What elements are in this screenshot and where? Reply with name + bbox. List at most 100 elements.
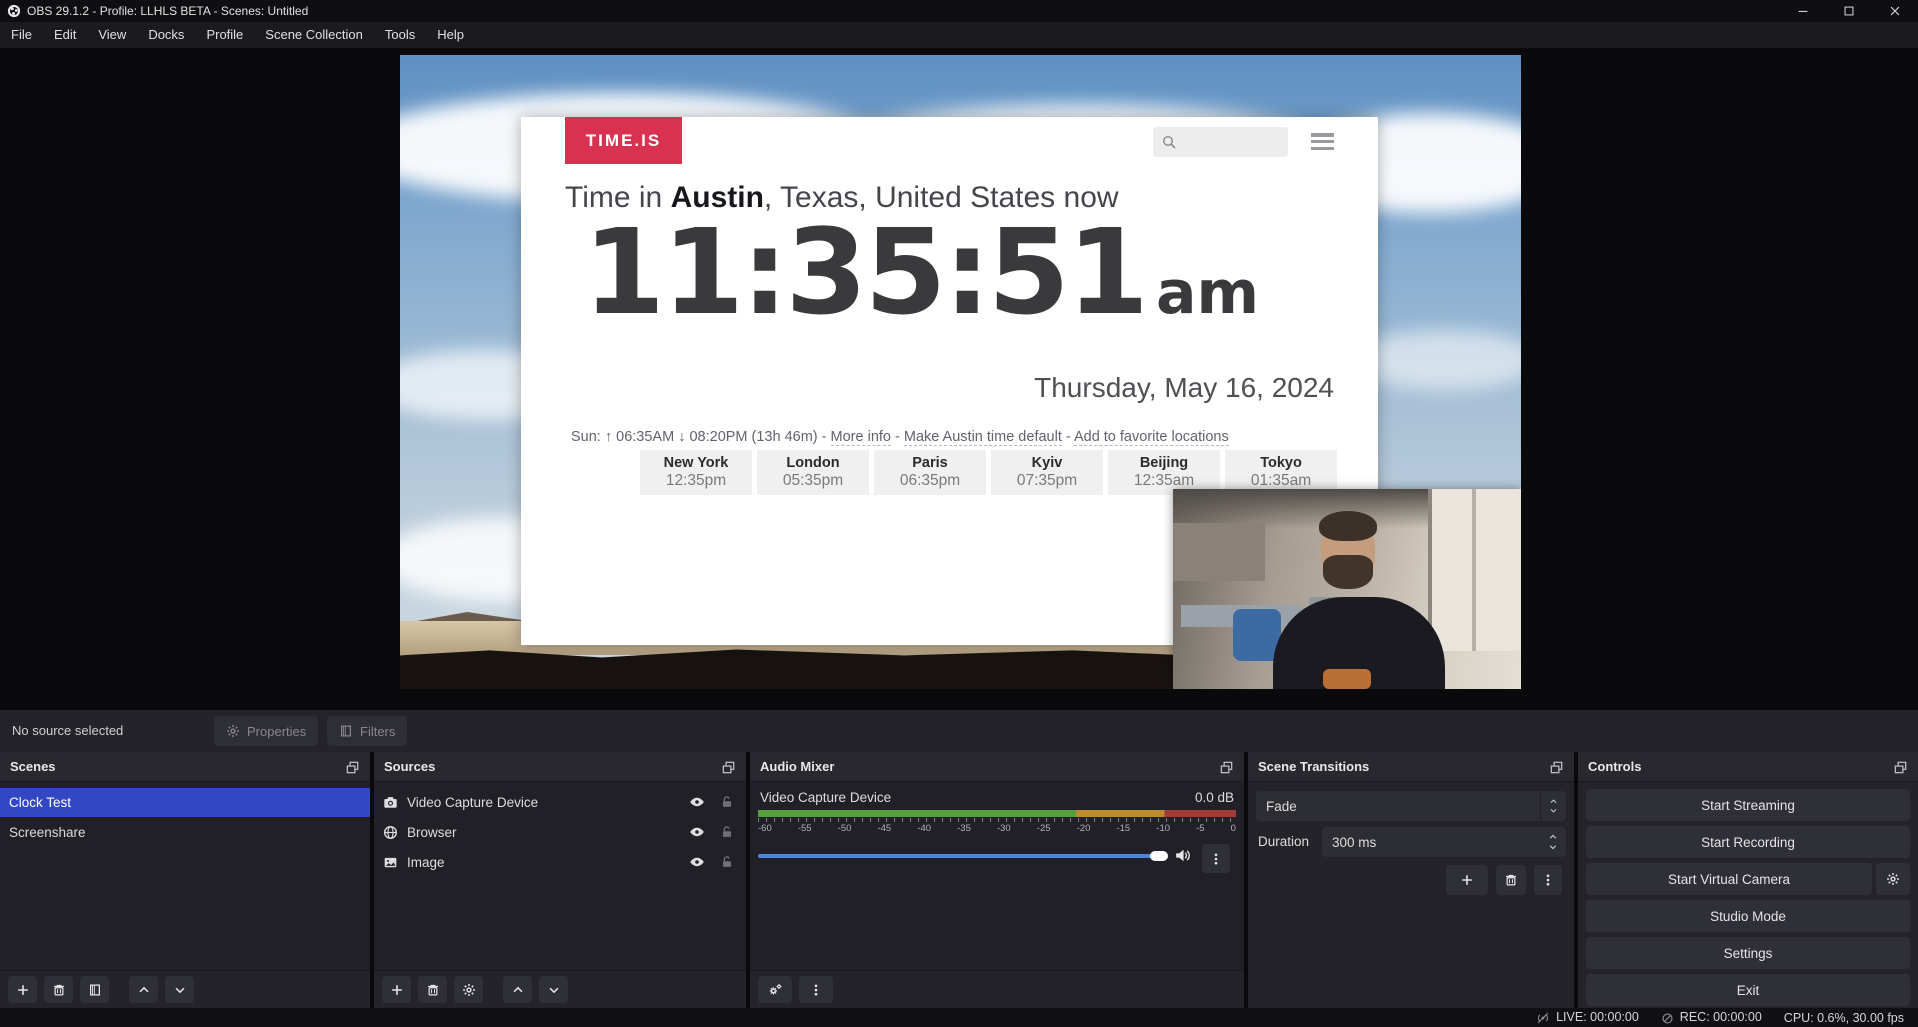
- search-icon: [1161, 134, 1177, 150]
- image-icon: [383, 855, 398, 870]
- advanced-audio-icon: [768, 982, 783, 997]
- volume-slider-handle[interactable]: [1150, 851, 1168, 861]
- popout-icon[interactable]: [345, 758, 360, 774]
- plus-icon: [390, 983, 404, 997]
- transition-select[interactable]: Fade: [1256, 791, 1566, 821]
- close-button[interactable]: [1872, 0, 1918, 22]
- scene-item-clock-test[interactable]: Clock Test: [0, 788, 370, 817]
- eye-icon[interactable]: [689, 854, 705, 870]
- mixer-options-button[interactable]: [1202, 844, 1230, 873]
- exit-button[interactable]: Exit: [1586, 974, 1910, 1006]
- advanced-audio-button[interactable]: [758, 976, 792, 1003]
- menu-edit[interactable]: Edit: [43, 22, 87, 48]
- rec-timer: REC: 00:00:00: [1680, 1010, 1762, 1024]
- kebab-menu-icon: [1541, 873, 1555, 887]
- menu-tools[interactable]: Tools: [374, 22, 426, 48]
- record-off-icon: [1661, 1010, 1674, 1024]
- start-virtual-camera-button[interactable]: Start Virtual Camera: [1586, 863, 1872, 895]
- eye-icon[interactable]: [689, 824, 705, 840]
- unlock-icon[interactable]: [720, 795, 734, 809]
- unlock-icon[interactable]: [720, 855, 734, 869]
- studio-mode-button[interactable]: Studio Mode: [1586, 900, 1910, 932]
- popout-icon[interactable]: [1219, 758, 1234, 774]
- audio-mixer-title: Audio Mixer: [760, 759, 834, 774]
- scene-move-down-button[interactable]: [165, 976, 194, 1003]
- settings-button[interactable]: Settings: [1586, 937, 1910, 969]
- scenes-title: Scenes: [10, 759, 56, 774]
- popout-icon[interactable]: [1549, 758, 1564, 774]
- title-bar: OBS 29.1.2 - Profile: LLHLS BETA - Scene…: [0, 0, 1918, 22]
- webcam-video-overlay: [1173, 489, 1521, 689]
- remove-transition-button[interactable]: [1496, 865, 1526, 895]
- mixer-menu-button[interactable]: [799, 976, 833, 1003]
- transition-selected-value: Fade: [1256, 799, 1297, 814]
- select-chevrons-icon[interactable]: [1540, 791, 1566, 821]
- unlock-icon[interactable]: [720, 825, 734, 839]
- audio-mixer-panel: Audio Mixer Video Capture Device 0.0 dB …: [750, 752, 1244, 1008]
- scene-item-screenshare[interactable]: Screenshare: [0, 818, 370, 847]
- menu-profile[interactable]: Profile: [195, 22, 254, 48]
- dock-area: Scenes Clock Test Screenshare Sources Vi…: [0, 752, 1918, 1008]
- preview-canvas[interactable]: TIME.IS Time in Austin, Texas, United St…: [400, 55, 1521, 689]
- preview-region: TIME.IS Time in Austin, Texas, United St…: [0, 48, 1918, 710]
- virtual-camera-settings-button[interactable]: [1876, 863, 1910, 895]
- source-item-video-capture[interactable]: Video Capture Device: [374, 787, 746, 817]
- menu-file[interactable]: File: [0, 22, 43, 48]
- eye-icon[interactable]: [689, 794, 705, 810]
- mixer-channel-name: Video Capture Device: [760, 790, 891, 805]
- source-properties-button[interactable]: [454, 976, 483, 1003]
- remove-source-button[interactable]: [418, 976, 447, 1003]
- start-recording-button[interactable]: Start Recording: [1586, 826, 1910, 858]
- menu-view[interactable]: View: [87, 22, 137, 48]
- transition-options-button[interactable]: [1534, 865, 1562, 895]
- obs-logo-icon: [7, 4, 21, 19]
- menu-help[interactable]: Help: [426, 22, 475, 48]
- scene-transitions-title: Scene Transitions: [1258, 759, 1369, 774]
- popout-icon[interactable]: [721, 758, 736, 774]
- menu-bar: File Edit View Docks Profile Scene Colle…: [0, 22, 1918, 48]
- source-item-browser[interactable]: Browser: [374, 817, 746, 847]
- start-streaming-button[interactable]: Start Streaming: [1586, 789, 1910, 821]
- add-scene-button[interactable]: [8, 976, 37, 1003]
- meter-tick-marks: [758, 818, 1236, 822]
- timeis-link-make-default: Make Austin time default: [904, 429, 1062, 446]
- volume-meter: [758, 810, 1236, 817]
- status-bar: LIVE: 00:00:00 REC: 00:00:00 CPU: 0.6%, …: [0, 1008, 1918, 1027]
- scene-move-up-button[interactable]: [129, 976, 158, 1003]
- add-transition-button[interactable]: [1446, 865, 1488, 895]
- sources-panel: Sources Video Capture Device Browser: [374, 752, 746, 1008]
- add-source-button[interactable]: [382, 976, 411, 1003]
- maximize-button[interactable]: [1826, 0, 1872, 22]
- plus-icon: [16, 983, 30, 997]
- webcam-person-hair: [1319, 511, 1377, 541]
- menu-docks[interactable]: Docks: [137, 22, 195, 48]
- gear-icon: [462, 983, 476, 997]
- filter-icon: [339, 724, 353, 738]
- scenes-panel: Scenes Clock Test Screenshare: [0, 752, 370, 1008]
- scene-filters-button[interactable]: [80, 976, 109, 1003]
- timeis-time: 11:35:51: [583, 203, 1146, 341]
- properties-button[interactable]: Properties: [214, 716, 318, 746]
- mute-button[interactable]: [1174, 847, 1191, 865]
- source-move-up-button[interactable]: [503, 976, 532, 1003]
- volume-slider[interactable]: [758, 849, 1168, 863]
- controls-title: Controls: [1588, 759, 1641, 774]
- filters-button[interactable]: Filters: [327, 716, 407, 746]
- spinner-chevrons-icon[interactable]: [1540, 827, 1566, 857]
- source-item-image[interactable]: Image: [374, 847, 746, 877]
- volume-slider-track[interactable]: [758, 854, 1168, 858]
- duration-spinner[interactable]: 300 ms: [1322, 827, 1566, 857]
- source-toolbar: No source selected Properties Filters: [0, 710, 1918, 752]
- menu-scene-collection[interactable]: Scene Collection: [254, 22, 374, 48]
- plus-icon: [1460, 873, 1474, 887]
- mixer-level-db: 0.0 dB: [1195, 790, 1234, 805]
- source-move-down-button[interactable]: [539, 976, 568, 1003]
- maximize-icon: [1842, 4, 1856, 18]
- timeis-search-box: [1153, 127, 1288, 157]
- move-up-icon: [137, 983, 151, 997]
- remove-scene-button[interactable]: [44, 976, 73, 1003]
- close-icon: [1888, 4, 1902, 18]
- popout-icon[interactable]: [1893, 758, 1908, 774]
- webcam-window: [1428, 489, 1521, 651]
- minimize-button[interactable]: [1780, 0, 1826, 22]
